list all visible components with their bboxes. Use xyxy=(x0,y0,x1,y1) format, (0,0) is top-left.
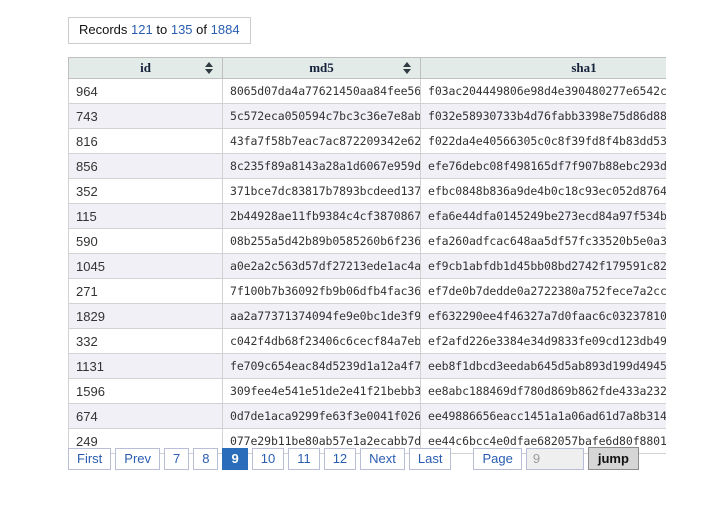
cell-md5: 8c235f89a8143a28a1d6067e959dd858 xyxy=(222,154,420,179)
pagination-number-buttons: 7 8 9 10 11 12 xyxy=(164,447,360,470)
cell-sha1: f03ac204449806e98d4e390480277e6542c95161 xyxy=(420,79,666,104)
cell-id: 964 xyxy=(68,79,222,104)
cell-sha1: efe76debc08f498165df7f907b88ebc293d438e1 xyxy=(420,154,666,179)
records-summary: Records 121 to 135 of 1884 xyxy=(68,17,251,44)
cell-sha1: ee8abc188469df780d869b862fde433a2327678e xyxy=(420,379,666,404)
column-header-id-label: id xyxy=(140,60,151,75)
page-number-input[interactable] xyxy=(525,447,584,470)
table-row: 9648065d07da4a77621450aa84fee5656d9f03ac… xyxy=(68,79,666,104)
table-row: 59008b255a5d42b89b0585260b6f2360bddefa26… xyxy=(68,229,666,254)
table-head: id md5 sha1 xyxy=(68,57,666,79)
cell-id: 743 xyxy=(68,104,222,129)
cell-md5: aa2a77371374094fe9e0bc1de3f94ed9 xyxy=(222,304,420,329)
cell-id: 115 xyxy=(68,204,222,229)
table-row: 1829aa2a77371374094fe9e0bc1de3f94ed9ef63… xyxy=(68,304,666,329)
table-row: 1152b44928ae11fb9384c4cf38708677c48efa6e… xyxy=(68,204,666,229)
cell-id: 1131 xyxy=(68,354,222,379)
table-row: 332c042f4db68f23406c6cecf84a7ebb0feef2af… xyxy=(68,329,666,354)
sort-both-icon[interactable] xyxy=(403,62,412,74)
cell-md5: c042f4db68f23406c6cecf84a7ebb0fe xyxy=(222,329,420,354)
table-row: 1131fe709c654eac84d5239d1a12a4f71877eeb8… xyxy=(68,354,666,379)
data-table-container: id md5 sha1 964 8065d07da4a77621450aa84f… xyxy=(68,57,666,454)
cell-sha1: efbc0848b836a9de4b0c18c93ec052d87647fb06 xyxy=(420,179,666,204)
column-header-md5-label: md5 xyxy=(309,60,334,75)
cell-id: 332 xyxy=(68,329,222,354)
records-summary-box: Records 121 to 135 of 1884 xyxy=(68,17,251,44)
cell-id: 856 xyxy=(68,154,222,179)
cell-id: 816 xyxy=(68,129,222,154)
sort-both-icon[interactable] xyxy=(205,62,214,74)
cell-sha1: ef9cb1abfdb1d45bb08bd2742f179591c8266187 xyxy=(420,254,666,279)
table-body: 9648065d07da4a77621450aa84fee5656d9f03ac… xyxy=(68,79,666,454)
cell-sha1: eeb8f1dbcd3eedab645d5ab893d199d494579bf3 xyxy=(420,354,666,379)
pagination: First Prev 789101112 Next Last Page jump xyxy=(68,447,639,470)
records-to-label: to xyxy=(156,22,168,37)
table-row: 6740d7de1aca9299fe63f3e0041f02638a3ee498… xyxy=(68,404,666,429)
table-row: 8568c235f89a8143a28a1d6067e959dd858efe76… xyxy=(68,154,666,179)
cell-md5: a0e2a2c563d57df27213ede1ac4ac780 xyxy=(222,254,420,279)
cell-sha1: ee49886656eacc1451a1a06ad61d7a8b31448650 xyxy=(420,404,666,429)
cell-sha1: ef632290ee4f46327a7d0faac6c032378101477f xyxy=(420,304,666,329)
cell-sha1: ef7de0b7dedde0a2722380a752fece7a2ccdd672 xyxy=(420,279,666,304)
cell-md5: fe709c654eac84d5239d1a12a4f71877 xyxy=(222,354,420,379)
page-root: Records 121 to 135 of 1884 id md5 sha1 9… xyxy=(0,0,721,511)
cell-md5: 7f100b7b36092fb9b06dfb4fac360931 xyxy=(222,279,420,304)
cell-id: 352 xyxy=(68,179,222,204)
table-row: 352371bce7dc83817b7893bcdeed13799b5efbc0… xyxy=(68,179,666,204)
table-row: 7435c572eca050594c7bc3c36e7e8ab9550f032e… xyxy=(68,104,666,129)
records-total: 1884 xyxy=(210,22,240,37)
cell-id: 590 xyxy=(68,229,222,254)
pagination-page-button-10[interactable]: 10 xyxy=(251,447,285,470)
cell-id: 1596 xyxy=(68,379,222,404)
cell-id: 1045 xyxy=(68,254,222,279)
table-row: 1045a0e2a2c563d57df27213ede1ac4ac780ef9c… xyxy=(68,254,666,279)
table-header-row: id md5 sha1 xyxy=(68,57,666,79)
cell-md5: 8065d07da4a77621450aa84fee5656d9 xyxy=(222,79,420,104)
cell-md5: 43fa7f58b7eac7ac872209342e62e8f1 xyxy=(222,129,420,154)
cell-md5: 309fee4e541e51de2e41f21bebb342aa xyxy=(222,379,420,404)
records-label: Records xyxy=(79,22,128,37)
column-header-md5[interactable]: md5 xyxy=(222,57,420,79)
cell-md5: 5c572eca050594c7bc3c36e7e8ab9550 xyxy=(222,104,420,129)
pagination-first-button[interactable]: First xyxy=(68,447,112,470)
table-row: 1596309fee4e541e51de2e41f21bebb342aaee8a… xyxy=(68,379,666,404)
records-to: 135 xyxy=(170,22,193,37)
cell-md5: 371bce7dc83817b7893bcdeed13799b5 xyxy=(222,179,420,204)
cell-md5: 0d7de1aca9299fe63f3e0041f02638a3 xyxy=(222,404,420,429)
pagination-page-button-12[interactable]: 12 xyxy=(323,447,357,470)
cell-id: 674 xyxy=(68,404,222,429)
cell-sha1: ef2afd226e3384e34d9833fe09cd123db498754c xyxy=(420,329,666,354)
table-row: 81643fa7f58b7eac7ac872209342e62e8f1f022d… xyxy=(68,129,666,154)
cell-id: 271 xyxy=(68,279,222,304)
records-of-label: of xyxy=(196,22,208,37)
pagination-prev-button[interactable]: Prev xyxy=(115,447,161,470)
pagination-page-button-9[interactable]: 9 xyxy=(222,447,248,470)
cell-sha1: f022da4e40566305c0c8f39fd8f4b83dd5368834 xyxy=(420,129,666,154)
pagination-next-button[interactable]: Next xyxy=(360,447,405,470)
cell-md5: 2b44928ae11fb9384c4cf38708677c48 xyxy=(222,204,420,229)
cell-sha1: f032e58930733b4d76fabb3398e75d86d881b245 xyxy=(420,104,666,129)
table-row: 2717f100b7b36092fb9b06dfb4fac360931ef7de… xyxy=(68,279,666,304)
pagination-page-button-8[interactable]: 8 xyxy=(193,447,219,470)
cell-sha1: efa6e44dfa0145249be273ecd84a97f534b04920 xyxy=(420,204,666,229)
pagination-last-button[interactable]: Last xyxy=(408,447,452,470)
records-from: 121 xyxy=(131,22,153,37)
cell-md5: 08b255a5d42b89b0585260b6f2360bdd xyxy=(222,229,420,254)
jump-button[interactable]: jump xyxy=(587,447,639,470)
column-header-id[interactable]: id xyxy=(68,57,222,79)
pagination-page-button-11[interactable]: 11 xyxy=(288,447,320,470)
column-header-sha1[interactable]: sha1 xyxy=(420,57,666,79)
cell-sha1: efa260adfcac648aa5df57fc33520b5e0a3fb0c3 xyxy=(420,229,666,254)
column-header-sha1-label: sha1 xyxy=(571,60,597,75)
cell-id: 1829 xyxy=(68,304,222,329)
data-table: id md5 sha1 964 8065d07da4a77621450aa84f… xyxy=(68,57,666,454)
pagination-page-button-7[interactable]: 7 xyxy=(164,447,190,470)
page-jump-label: Page xyxy=(473,447,522,470)
